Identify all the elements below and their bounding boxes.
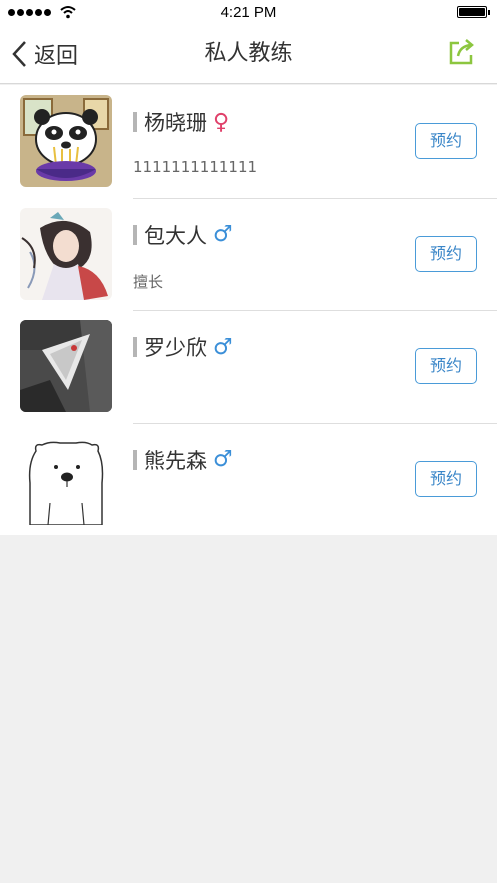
coach-name-line: 罗少欣 ♂: [133, 332, 233, 362]
male-icon: ♂: [213, 447, 233, 472]
coach-name: 罗少欣: [144, 336, 207, 360]
male-icon: ♂: [213, 222, 233, 247]
book-button[interactable]: 预约: [415, 348, 477, 384]
name-bar: [133, 224, 137, 245]
name-bar: [133, 112, 137, 132]
status-bar: 4:21 PM: [0, 0, 497, 24]
female-icon: ♀: [213, 109, 230, 135]
coach-name-line: 包大人 ♂: [133, 220, 233, 250]
book-button[interactable]: 预约: [415, 235, 477, 272]
list-item[interactable]: 熊先森 ♂ 预约: [0, 422, 497, 536]
status-time: 4:21 PM: [220, 4, 277, 21]
name-bar: [133, 337, 137, 357]
list-item[interactable]: 罗少欣 ♂ 预约: [0, 310, 497, 423]
name-bar: [133, 449, 137, 470]
coach-subtitle: 擅长: [133, 272, 164, 291]
list-item[interactable]: 包大人 ♂ 擅长 预约: [0, 197, 497, 311]
chevron-left-icon: [12, 41, 26, 67]
book-button[interactable]: 预约: [415, 460, 477, 497]
coach-name-line: 杨晓珊 ♀: [133, 107, 229, 137]
coach-subtitle: 1111111111111: [133, 158, 258, 176]
male-icon: ♂: [213, 334, 233, 360]
share-icon[interactable]: [447, 37, 477, 67]
back-button[interactable]: 返回: [10, 38, 78, 70]
illustration-avatar: [20, 207, 112, 300]
back-label: 返回: [34, 44, 79, 69]
book-button[interactable]: 预约: [415, 123, 477, 159]
photo-avatar: [20, 320, 112, 412]
panda-avatar: [20, 95, 112, 187]
coach-list: 杨晓珊 ♀ 1111111111111 预约 包大人 ♂ 擅长 预约 罗少欣 ♂…: [0, 85, 497, 535]
coach-name: 杨晓珊: [144, 111, 207, 135]
coach-name: 包大人: [144, 223, 207, 248]
nav-bar: 返回 私人教练: [0, 24, 497, 84]
list-item[interactable]: 杨晓珊 ♀ 1111111111111 预约: [0, 85, 497, 198]
coach-name: 熊先森: [144, 448, 207, 473]
coach-name-line: 熊先森 ♂: [133, 445, 233, 475]
bear-avatar: [20, 432, 112, 525]
battery-icon: [457, 6, 490, 18]
